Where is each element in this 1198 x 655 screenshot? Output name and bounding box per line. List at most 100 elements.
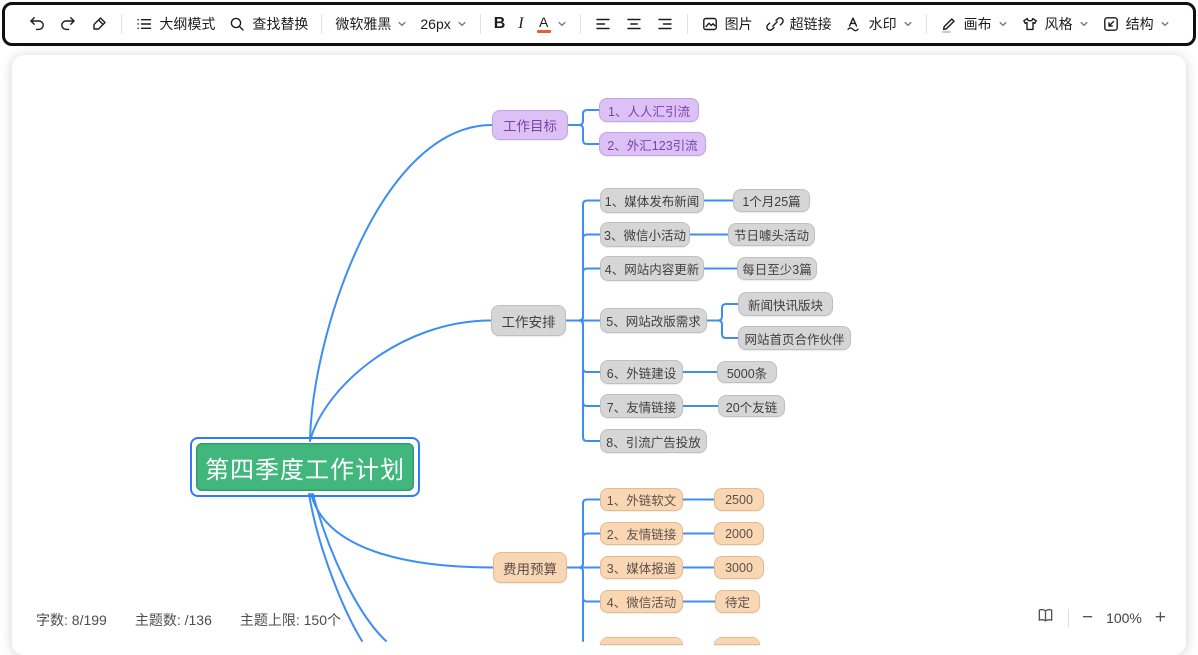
mindmap-node[interactable]: 2、友情链接 bbox=[600, 522, 683, 545]
font-size-select[interactable]: 26px bbox=[420, 16, 466, 32]
mindmap-root-node[interactable]: 第四季度工作计划 bbox=[196, 443, 414, 491]
bold-label: B bbox=[494, 15, 506, 33]
font-family-select[interactable]: 微软雅黑 bbox=[335, 14, 407, 34]
find-replace-label: 查找替换 bbox=[252, 14, 308, 34]
italic-label: I bbox=[518, 15, 523, 33]
mindmap-node[interactable]: 1、人人汇引流 bbox=[599, 98, 699, 122]
mindmap-node[interactable]: 节日噱头活动 bbox=[728, 223, 815, 246]
font-color-button[interactable]: A bbox=[537, 15, 567, 33]
mindmap-layer: 第四季度工作计划 工作目标 1、人人汇引流 2、外汇123引流 工作安排 1、媒… bbox=[12, 55, 1186, 655]
toolbar-separator bbox=[480, 14, 481, 34]
font-color-label: A bbox=[539, 15, 548, 29]
toolbar-separator bbox=[926, 14, 927, 34]
zoom-level: 100% bbox=[1106, 610, 1142, 626]
toolbar: 大纲模式 查找替换 微软雅黑 26px B I A 图片 超链接 bbox=[2, 2, 1196, 46]
mindmap-node[interactable]: 5000条 bbox=[717, 361, 777, 383]
find-replace-button[interactable]: 查找替换 bbox=[228, 14, 308, 34]
image-icon bbox=[701, 15, 719, 33]
mindmap-node[interactable]: 2500 bbox=[714, 488, 764, 511]
mindmap-node[interactable]: 待定 bbox=[715, 590, 760, 613]
zoom-controls: − 100% + bbox=[1036, 606, 1166, 629]
undo-button[interactable] bbox=[28, 15, 46, 33]
mindmap-node[interactable]: 4、微信活动 bbox=[600, 590, 683, 613]
zoom-in-button[interactable]: + bbox=[1155, 608, 1166, 627]
font-color-icon: A bbox=[537, 15, 551, 33]
canvas-label: 画布 bbox=[964, 14, 992, 34]
book-icon bbox=[1036, 606, 1055, 625]
bold-button[interactable]: B bbox=[494, 15, 506, 33]
chevron-down-icon bbox=[1160, 19, 1170, 29]
align-right-button[interactable] bbox=[656, 15, 674, 33]
tshirt-icon bbox=[1021, 15, 1039, 33]
mindmap-node[interactable]: 8、引流广告投放 bbox=[600, 429, 707, 453]
status-separator bbox=[1068, 609, 1069, 627]
chevron-down-icon bbox=[998, 19, 1008, 29]
watermark-button[interactable]: 水印 bbox=[845, 14, 913, 34]
mindmap-node[interactable]: 每日至少3篇 bbox=[737, 257, 817, 280]
redo-button[interactable] bbox=[59, 15, 77, 33]
toolbar-separator bbox=[321, 14, 322, 34]
mindmap-node-partial[interactable] bbox=[714, 637, 760, 645]
topic-count: 主题数: /136 bbox=[135, 610, 212, 630]
outline-list-icon bbox=[135, 15, 153, 33]
link-icon bbox=[766, 15, 784, 33]
pen-icon bbox=[940, 15, 958, 33]
image-button[interactable]: 图片 bbox=[701, 14, 753, 34]
watermark-label: 水印 bbox=[869, 14, 897, 34]
mindmap-node[interactable]: 新闻快讯版块 bbox=[738, 292, 833, 316]
canvas-button[interactable]: 画布 bbox=[940, 14, 1008, 34]
chevron-down-icon bbox=[457, 19, 467, 29]
mindmap-node[interactable]: 7、友情链接 bbox=[600, 394, 683, 418]
align-center-icon bbox=[625, 15, 643, 33]
font-family-value: 微软雅黑 bbox=[335, 14, 391, 34]
mindmap-node[interactable]: 2000 bbox=[714, 522, 764, 545]
structure-icon bbox=[1102, 15, 1120, 33]
align-right-icon bbox=[656, 15, 674, 33]
mindmap-node[interactable]: 3、媒体报道 bbox=[600, 556, 683, 579]
align-center-button[interactable] bbox=[625, 15, 643, 33]
mindmap-node[interactable]: 20个友链 bbox=[718, 395, 785, 417]
mindmap-node[interactable]: 1、外链软文 bbox=[600, 488, 683, 511]
mindmap-node[interactable]: 1、媒体发布新闻 bbox=[600, 188, 704, 213]
chevron-down-icon bbox=[557, 19, 567, 29]
watermark-icon bbox=[845, 15, 863, 33]
mindmap-canvas[interactable]: 第四季度工作计划 工作目标 1、人人汇引流 2、外汇123引流 工作安排 1、媒… bbox=[12, 55, 1186, 655]
mindmap-node[interactable]: 2、外汇123引流 bbox=[599, 132, 706, 156]
style-label: 风格 bbox=[1045, 14, 1073, 34]
toolbar-separator bbox=[121, 14, 122, 34]
outline-mode-label: 大纲模式 bbox=[159, 14, 215, 34]
format-painter-button[interactable] bbox=[90, 15, 108, 33]
status-bar: 字数: 8/199 主题数: /136 主题上限: 150个 bbox=[36, 610, 341, 630]
minimap-button[interactable] bbox=[1036, 606, 1055, 629]
align-left-button[interactable] bbox=[594, 15, 612, 33]
toolbar-separator bbox=[687, 14, 688, 34]
style-button[interactable]: 风格 bbox=[1021, 14, 1089, 34]
chevron-down-icon bbox=[1079, 19, 1089, 29]
mindmap-branch-node[interactable]: 费用预算 bbox=[493, 552, 567, 583]
undo-icon bbox=[28, 15, 46, 33]
image-label: 图片 bbox=[725, 14, 753, 34]
chevron-down-icon bbox=[903, 19, 913, 29]
word-count: 字数: 8/199 bbox=[36, 610, 107, 630]
mindmap-node[interactable]: 1个月25篇 bbox=[733, 189, 810, 212]
mindmap-node[interactable]: 5、网站改版需求 bbox=[600, 308, 707, 333]
redo-icon bbox=[59, 15, 77, 33]
mindmap-branch-node[interactable]: 工作目标 bbox=[492, 110, 568, 140]
structure-label: 结构 bbox=[1126, 14, 1154, 34]
hyperlink-button[interactable]: 超链接 bbox=[766, 14, 832, 34]
font-color-swatch bbox=[537, 30, 551, 33]
structure-button[interactable]: 结构 bbox=[1102, 14, 1170, 34]
mindmap-node[interactable]: 6、外链建设 bbox=[600, 360, 683, 384]
mindmap-node[interactable]: 3、微信小活动 bbox=[600, 222, 690, 247]
format-painter-icon bbox=[90, 15, 108, 33]
align-left-icon bbox=[594, 15, 612, 33]
outline-mode-button[interactable]: 大纲模式 bbox=[135, 14, 215, 34]
mindmap-node[interactable]: 3000 bbox=[714, 556, 764, 579]
zoom-out-button[interactable]: − bbox=[1082, 608, 1093, 627]
mindmap-branch-node[interactable]: 工作安排 bbox=[491, 305, 566, 336]
italic-button[interactable]: I bbox=[518, 15, 523, 33]
mindmap-node-partial[interactable] bbox=[600, 637, 683, 645]
mindmap-node[interactable]: 网站首页合作伙伴 bbox=[738, 326, 851, 350]
chevron-down-icon bbox=[397, 19, 407, 29]
mindmap-node[interactable]: 4、网站内容更新 bbox=[600, 256, 704, 281]
